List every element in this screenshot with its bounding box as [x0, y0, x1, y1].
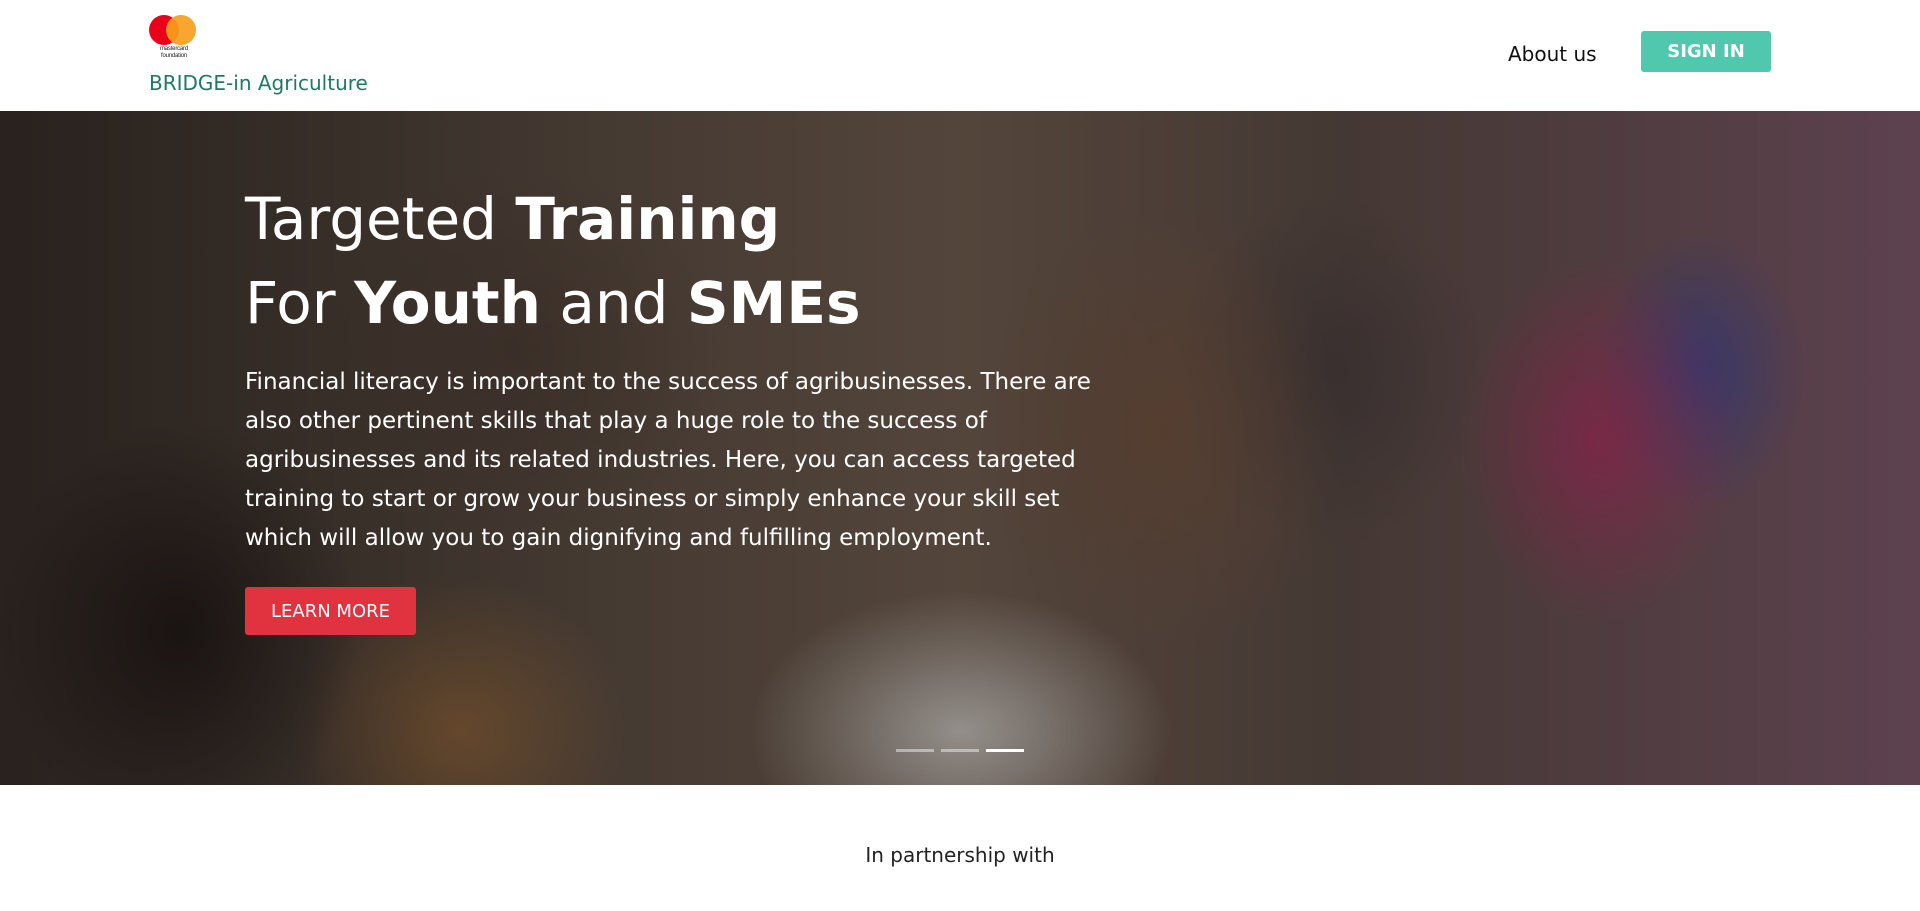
title-line2-and: and — [540, 269, 687, 337]
title-line1-regular: Targeted — [245, 185, 516, 253]
sign-in-button[interactable]: SIGN IN — [1641, 31, 1771, 72]
mastercard-logo-icon: mastercard foundation — [149, 15, 199, 61]
title-line2-bold-smes: SMEs — [686, 269, 861, 337]
site-header: mastercard foundation BRIDGE-in Agricult… — [0, 0, 1920, 111]
carousel-indicator-2[interactable] — [941, 749, 979, 752]
hero-carousel: Targeted Training For Youth and SMEs Fin… — [0, 111, 1920, 785]
carousel-indicator-1[interactable] — [896, 749, 934, 752]
title-line2-bold-youth: Youth — [354, 269, 541, 337]
hero-title: Targeted Training For Youth and SMEs — [245, 177, 861, 345]
logo-orange-circle — [166, 15, 196, 45]
brand-name[interactable]: BRIDGE-in Agriculture — [149, 71, 368, 95]
mastercard-foundation-logo[interactable]: mastercard foundation — [149, 15, 199, 61]
hero-description: Financial literacy is important to the s… — [245, 369, 1091, 551]
learn-more-button[interactable]: LEARN MORE — [245, 587, 416, 635]
carousel-indicator-3[interactable] — [986, 749, 1024, 752]
partnership-heading: In partnership with — [865, 843, 1055, 867]
carousel-indicators — [896, 749, 1024, 752]
title-line1-bold: Training — [515, 185, 781, 253]
title-line2-regular: For — [245, 269, 355, 337]
nav-about-us[interactable]: About us — [1508, 42, 1597, 66]
logo-text: mastercard foundation — [159, 46, 188, 59]
